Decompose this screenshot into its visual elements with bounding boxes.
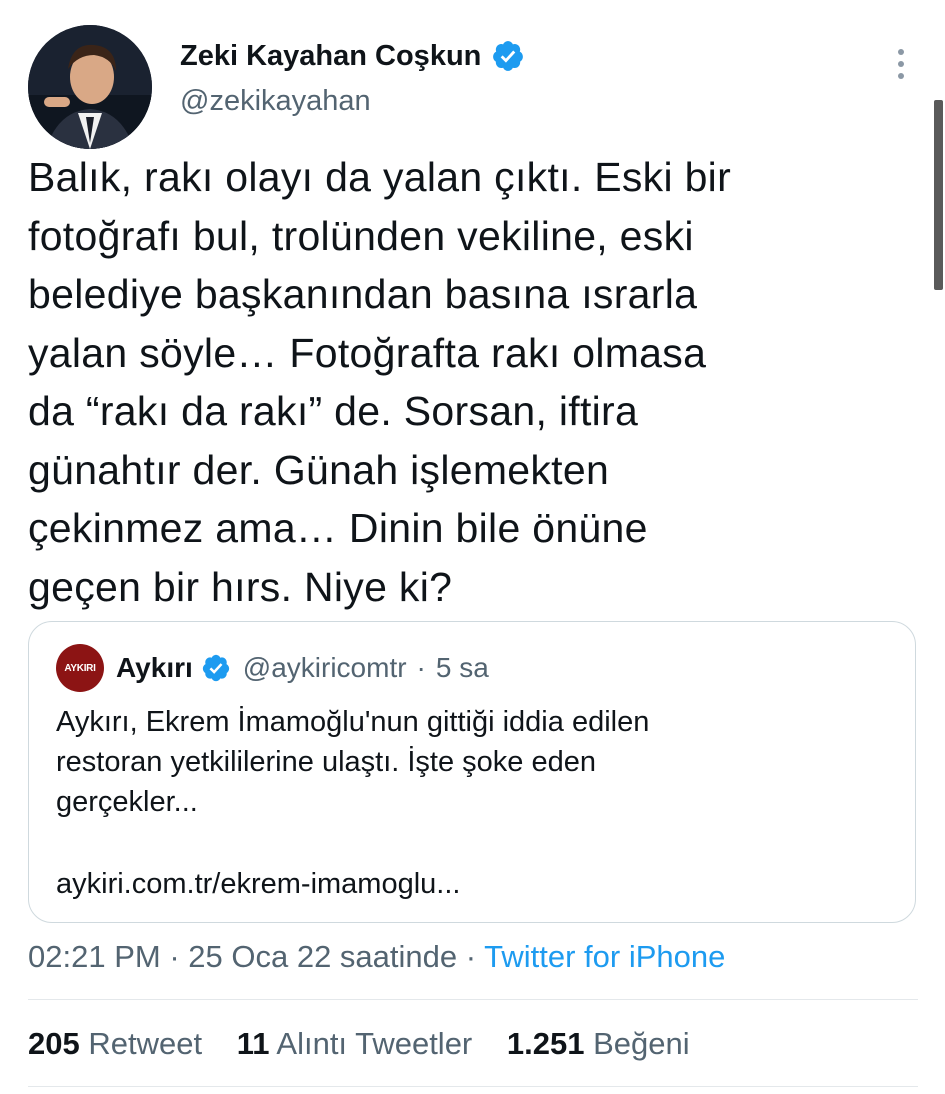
separator-dot: · [160, 939, 189, 974]
quoted-tweet-header: AYKIRI Aykırı @aykiricomtr · 5 sa [56, 644, 489, 692]
retweets-label: Retweet [88, 1026, 203, 1061]
quoted-author-handle[interactable]: @aykiricomtr [243, 652, 407, 684]
tweet-header: Zeki Kayahan Coşkun @zekikayahan [28, 20, 918, 149]
quotes-stat[interactable]: 11 Alıntı Tweetler [237, 1026, 473, 1061]
tweet-meta: 02:21 PM · 25 Oca 22 saatinde · Twitter … [28, 937, 725, 977]
divider [28, 999, 918, 1000]
tweet-text: Balık, rakı olayı da yalan çıktı. Eski b… [28, 148, 918, 616]
more-vertical-icon[interactable] [891, 44, 911, 84]
quoted-link[interactable]: aykiri.com.tr/ekrem-imamoglu... [56, 864, 460, 904]
separator-dot: · [457, 939, 485, 974]
likes-stat[interactable]: 1.251 Beğeni [507, 1026, 690, 1061]
quotes-count: 11 [236, 1026, 270, 1061]
likes-count: 1.251 [506, 1026, 585, 1061]
author-handle[interactable]: @zekikayahan [180, 84, 525, 118]
divider [28, 1086, 918, 1087]
quoted-line: Aykırı, Ekrem İmamoğlu'nun gittiği iddia… [56, 706, 650, 738]
quotes-label: Alıntı Tweetler [276, 1026, 473, 1061]
tweet-date[interactable]: 25 Oca 22 saatinde [188, 939, 457, 974]
quoted-line: restoran yetkililerine ulaştı. İşte şoke… [56, 746, 596, 778]
quoted-time[interactable]: 5 sa [436, 652, 489, 684]
quoted-line: gerçekler... [56, 786, 198, 818]
author-name[interactable]: Zeki Kayahan Coşkun [180, 38, 481, 74]
author-name-row[interactable]: Zeki Kayahan Coşkun [180, 38, 525, 74]
tweet-stats: 205 Retweet 11 Alıntı Tweetler 1.251 Beğ… [28, 1024, 716, 1064]
tweet-line: Balık, rakı olayı da yalan çıktı. Eski b… [28, 154, 732, 200]
verified-badge-icon [202, 654, 229, 682]
retweets-stat[interactable]: 205 Retweet [28, 1026, 202, 1061]
likes-label: Beğeni [593, 1026, 690, 1061]
scrollbar[interactable] [934, 100, 943, 290]
avatar[interactable] [28, 25, 152, 149]
tweet-line: geçen bir hırs. Niye ki? [28, 563, 453, 610]
retweets-count: 205 [28, 1026, 80, 1061]
quoted-author-name[interactable]: Aykırı [116, 652, 193, 684]
tweet-line: belediye başkanından basına ısrarla [28, 271, 698, 317]
quoted-tweet-card[interactable]: AYKIRI Aykırı @aykiricomtr · 5 sa Aykırı… [28, 621, 916, 923]
quoted-tweet-text: Aykırı, Ekrem İmamoğlu'nun gittiği iddia… [56, 702, 886, 822]
tweet-line: günahtır der. Günah işlemekten [28, 446, 610, 493]
tweet-line: da “rakı da rakı” de. Sorsan, iftira [28, 388, 639, 434]
quoted-avatar[interactable]: AYKIRI [56, 644, 104, 692]
tweet-source-link[interactable]: Twitter for iPhone [484, 939, 725, 974]
tweet-line: fotoğrafı bul, trolünden vekiline, eski [28, 212, 694, 259]
separator-dot: · [416, 652, 426, 683]
tweet-time[interactable]: 02:21 PM [28, 939, 161, 974]
tweet-line: çekinmez ama… Dinin bile önüne [28, 505, 648, 551]
verified-badge-icon [493, 41, 524, 71]
tweet-line: yalan söyle… Fotoğrafta rakı olmasa [28, 329, 707, 376]
